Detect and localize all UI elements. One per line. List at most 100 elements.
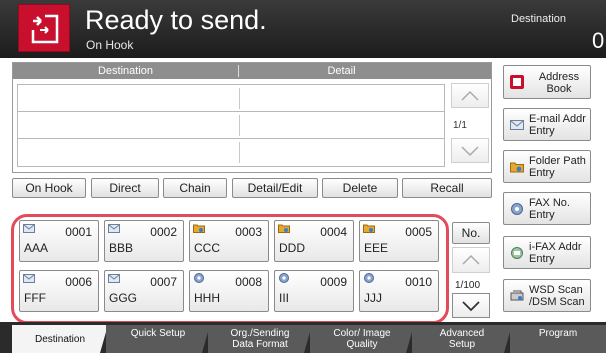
key-name: AAA [24, 241, 49, 255]
one-touch-key[interactable]: 0005 EEE [359, 220, 439, 262]
folder-icon [363, 224, 375, 233]
key-name: CCC [194, 241, 220, 255]
key-number: 0005 [405, 225, 432, 239]
column-detail: Detail [327, 65, 356, 77]
address-book-label: Address Book [538, 71, 580, 95]
one-touch-key[interactable]: 0004 DDD [274, 220, 354, 262]
tab-bar: Destination Quick Setup Org./Sending Dat… [0, 322, 606, 353]
destination-label: Destination [511, 13, 567, 25]
chevron-up-icon [461, 90, 479, 101]
folder-path-label: Folder Path Entry [529, 155, 586, 179]
ifax-icon [511, 247, 523, 259]
tab-quick-setup[interactable]: Quick Setup [106, 325, 210, 353]
key-name: DDD [279, 241, 305, 255]
one-touch-key[interactable]: 0001 AAA [19, 220, 99, 262]
page-title: Ready to send. [85, 5, 267, 35]
tab-advanced-setup-label: Advanced Setup [439, 328, 485, 350]
email-icon [23, 274, 35, 283]
address-book-button[interactable]: Address Book [503, 65, 591, 99]
tab-destination[interactable]: Destination [12, 325, 108, 353]
ifax-entry-button[interactable]: i-FAX Addr Entry [503, 236, 591, 269]
one-touch-key[interactable]: 0007 GGG [104, 270, 184, 312]
email-entry-button[interactable]: E-mail Addr Entry [503, 108, 591, 141]
number-search-button[interactable]: No. [452, 222, 490, 244]
tab-destination-label: Destination [34, 334, 86, 345]
fax-number-button[interactable]: FAX No. Entry [503, 192, 591, 225]
exit-arrow-icon [31, 14, 59, 44]
folder-icon [278, 224, 290, 233]
delete-button[interactable]: Delete [322, 178, 398, 198]
status-subtitle: On Hook [86, 38, 134, 52]
folder-icon [193, 224, 205, 233]
fax-icon [511, 203, 523, 215]
one-touch-key[interactable]: 0009 III [274, 270, 354, 312]
key-number: 0009 [320, 275, 347, 289]
key-name: HHH [194, 291, 220, 305]
key-number: 0007 [150, 275, 177, 289]
tab-program[interactable]: Program [510, 325, 606, 353]
key-number: 0008 [235, 275, 262, 289]
tab-color-image-quality[interactable]: Color/ Image Quality [310, 325, 414, 353]
key-number: 0010 [405, 275, 432, 289]
email-icon [108, 274, 120, 283]
email-entry-label: E-mail Addr Entry [529, 113, 586, 137]
table-row[interactable] [17, 138, 445, 167]
keys-page-indicator: 1/100 [455, 280, 481, 291]
table-page-indicator: 1/1 [453, 120, 467, 131]
address-book-icon [510, 75, 524, 89]
email-icon [510, 120, 524, 130]
ifax-entry-label: i-FAX Addr Entry [529, 241, 582, 265]
direct-button[interactable]: Direct [91, 178, 159, 198]
detail-edit-button[interactable]: Detail/Edit [232, 178, 318, 198]
fax-icon [194, 273, 204, 283]
table-row[interactable] [17, 84, 445, 113]
key-number: 0006 [65, 275, 92, 289]
key-name: JJJ [364, 291, 382, 305]
recall-button[interactable]: Recall [402, 178, 492, 198]
key-number: 0004 [320, 225, 347, 239]
tab-org-sending-label: Org./Sending Data Format [230, 328, 290, 350]
tab-color-image-label: Color/ Image Quality [333, 328, 391, 350]
tab-quick-setup-label: Quick Setup [130, 328, 186, 339]
wsd-scan-icon [510, 290, 524, 301]
folder-icon [510, 162, 524, 173]
wsd-scan-button[interactable]: WSD Scan /DSM Scan [503, 279, 591, 312]
one-touch-key[interactable]: 0003 CCC [189, 220, 269, 262]
keys-scroll-down-button[interactable] [452, 293, 490, 318]
table-row[interactable] [17, 111, 445, 140]
wsd-scan-label: WSD Scan /DSM Scan [529, 284, 585, 308]
fax-icon [279, 273, 289, 283]
one-touch-key[interactable]: 0002 BBB [104, 220, 184, 262]
key-name: BBB [109, 241, 134, 255]
tab-advanced-setup[interactable]: Advanced Setup [412, 325, 512, 353]
on-hook-button[interactable]: On Hook [12, 178, 86, 198]
email-icon [108, 224, 120, 233]
folder-path-button[interactable]: Folder Path Entry [503, 150, 591, 183]
table-header: Destination Detail [13, 63, 491, 79]
destination-table: Destination Detail 1/1 [12, 62, 492, 173]
header-bar: Ready to send. On Hook Destination 0 [0, 0, 606, 58]
table-scroll-up-button[interactable] [451, 83, 489, 108]
key-name: GGG [109, 291, 138, 305]
tab-org-sending-data-format[interactable]: Org./Sending Data Format [208, 325, 312, 353]
fax-number-label: FAX No. Entry [529, 197, 570, 221]
chevron-down-icon [461, 146, 479, 157]
destination-count: 0 [592, 28, 605, 53]
column-destination: Destination [97, 65, 154, 77]
key-name: FFF [24, 291, 46, 305]
one-touch-key[interactable]: 0008 HHH [189, 270, 269, 312]
key-number: 0001 [65, 225, 92, 239]
one-touch-key[interactable]: 0010 JJJ [359, 270, 439, 312]
key-name: EEE [364, 241, 389, 255]
key-number: 0003 [235, 225, 262, 239]
table-scroll-down-button[interactable] [451, 138, 489, 163]
chevron-up-icon [462, 254, 480, 265]
chevron-down-icon [462, 301, 480, 312]
home-button[interactable] [18, 4, 70, 52]
fax-icon [364, 273, 374, 283]
chain-button[interactable]: Chain [163, 178, 227, 198]
keys-scroll-up-button[interactable] [452, 247, 490, 273]
key-number: 0002 [150, 225, 177, 239]
one-touch-key[interactable]: 0006 FFF [19, 270, 99, 312]
tab-program-label: Program [538, 328, 578, 339]
